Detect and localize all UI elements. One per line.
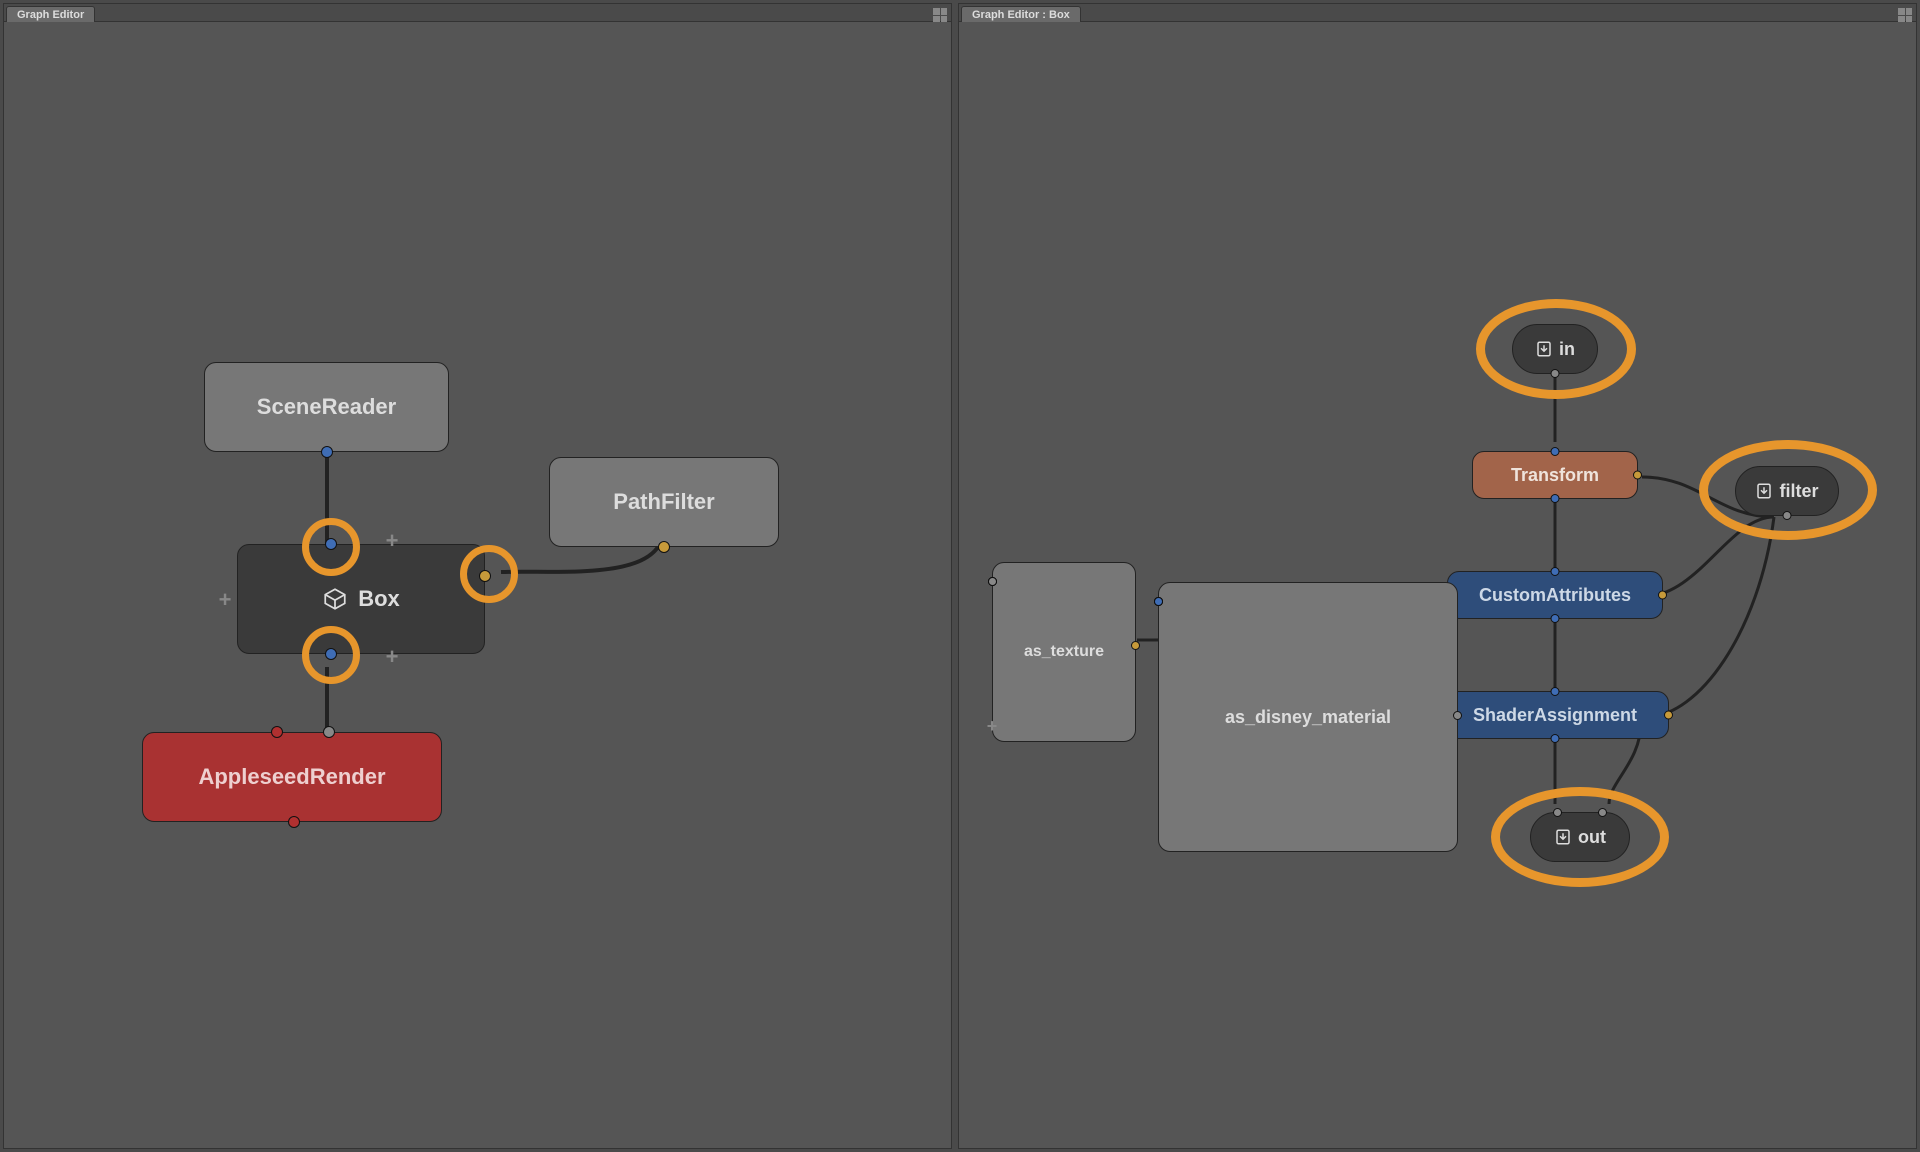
port-out[interactable]: [321, 446, 333, 458]
panel-layout-icon[interactable]: [1898, 8, 1912, 22]
node-pathfilter[interactable]: PathFilter: [549, 457, 779, 547]
node-filter[interactable]: filter: [1735, 466, 1839, 516]
node-in[interactable]: in: [1512, 324, 1598, 374]
node-label: as_disney_material: [1225, 707, 1391, 728]
graph-canvas-left[interactable]: SceneReader PathFilter Box +: [4, 22, 951, 1148]
port-out[interactable]: [1783, 511, 1792, 520]
node-label: Transform: [1511, 465, 1599, 486]
tab-bar: Graph Editor : Box: [959, 4, 1916, 22]
port-in[interactable]: [1551, 687, 1560, 696]
node-label: filter: [1779, 481, 1818, 502]
port-in[interactable]: [1551, 447, 1560, 456]
node-customattributes[interactable]: CustomAttributes: [1447, 571, 1663, 619]
add-port-icon[interactable]: +: [383, 648, 401, 666]
node-label: AppleseedRender: [198, 764, 385, 790]
node-label: Box: [358, 586, 400, 612]
port[interactable]: [1154, 597, 1163, 606]
port-in[interactable]: [325, 538, 337, 550]
port-filter[interactable]: [1658, 591, 1667, 600]
node-label: ShaderAssignment: [1473, 705, 1637, 726]
node-transform[interactable]: Transform: [1472, 451, 1638, 499]
graph-canvas-right[interactable]: in filter out: [959, 22, 1916, 1148]
arrow-in-icon: [1535, 340, 1553, 358]
add-port-icon[interactable]: +: [383, 532, 401, 550]
port-out[interactable]: [325, 648, 337, 660]
node-label: as_texture: [1024, 643, 1104, 661]
port-in[interactable]: [1551, 567, 1560, 576]
tab-bar: Graph Editor: [4, 4, 951, 22]
node-label: CustomAttributes: [1479, 585, 1631, 606]
box-icon: [322, 586, 348, 612]
panel-layout-icon[interactable]: [933, 8, 947, 22]
tab-graph-editor[interactable]: Graph Editor: [6, 6, 95, 22]
graph-editor-panel-left: Graph Editor SceneReader PathFilter: [3, 3, 952, 1149]
port-out[interactable]: [658, 541, 670, 553]
port-filter[interactable]: [479, 570, 491, 582]
node-shaderassignment[interactable]: ShaderAssignment: [1441, 691, 1669, 739]
port-out[interactable]: [1551, 614, 1560, 623]
arrow-in-icon: [1755, 482, 1773, 500]
port-filter[interactable]: [1633, 471, 1642, 480]
node-label: out: [1578, 827, 1606, 848]
graph-editor-panel-right: Graph Editor : Box: [958, 3, 1917, 1149]
node-as-disney-material[interactable]: as_disney_material: [1158, 582, 1458, 852]
port-in2[interactable]: [1598, 808, 1607, 817]
node-appleseedrender[interactable]: AppleseedRender: [142, 732, 442, 822]
port-out[interactable]: [1551, 494, 1560, 503]
add-port-icon[interactable]: +: [216, 591, 234, 609]
node-out[interactable]: out: [1530, 812, 1630, 862]
arrow-out-icon: [1554, 828, 1572, 846]
port-out[interactable]: [288, 816, 300, 828]
port-in2[interactable]: [323, 726, 335, 738]
node-label: PathFilter: [613, 489, 714, 515]
port[interactable]: [988, 577, 997, 586]
node-scenereader[interactable]: SceneReader: [204, 362, 449, 452]
port-out[interactable]: [1453, 711, 1462, 720]
node-label: in: [1559, 339, 1575, 360]
node-box[interactable]: Box + + +: [237, 544, 485, 654]
port-out[interactable]: [1131, 641, 1140, 650]
node-as-texture[interactable]: as_texture +: [992, 562, 1136, 742]
add-port-icon[interactable]: +: [983, 717, 1001, 735]
port-in[interactable]: [271, 726, 283, 738]
port-out[interactable]: [1551, 369, 1560, 378]
port-in1[interactable]: [1553, 808, 1562, 817]
port-filter[interactable]: [1664, 711, 1673, 720]
tab-graph-editor-box[interactable]: Graph Editor : Box: [961, 6, 1081, 22]
node-label: SceneReader: [257, 394, 396, 420]
port-out[interactable]: [1551, 734, 1560, 743]
